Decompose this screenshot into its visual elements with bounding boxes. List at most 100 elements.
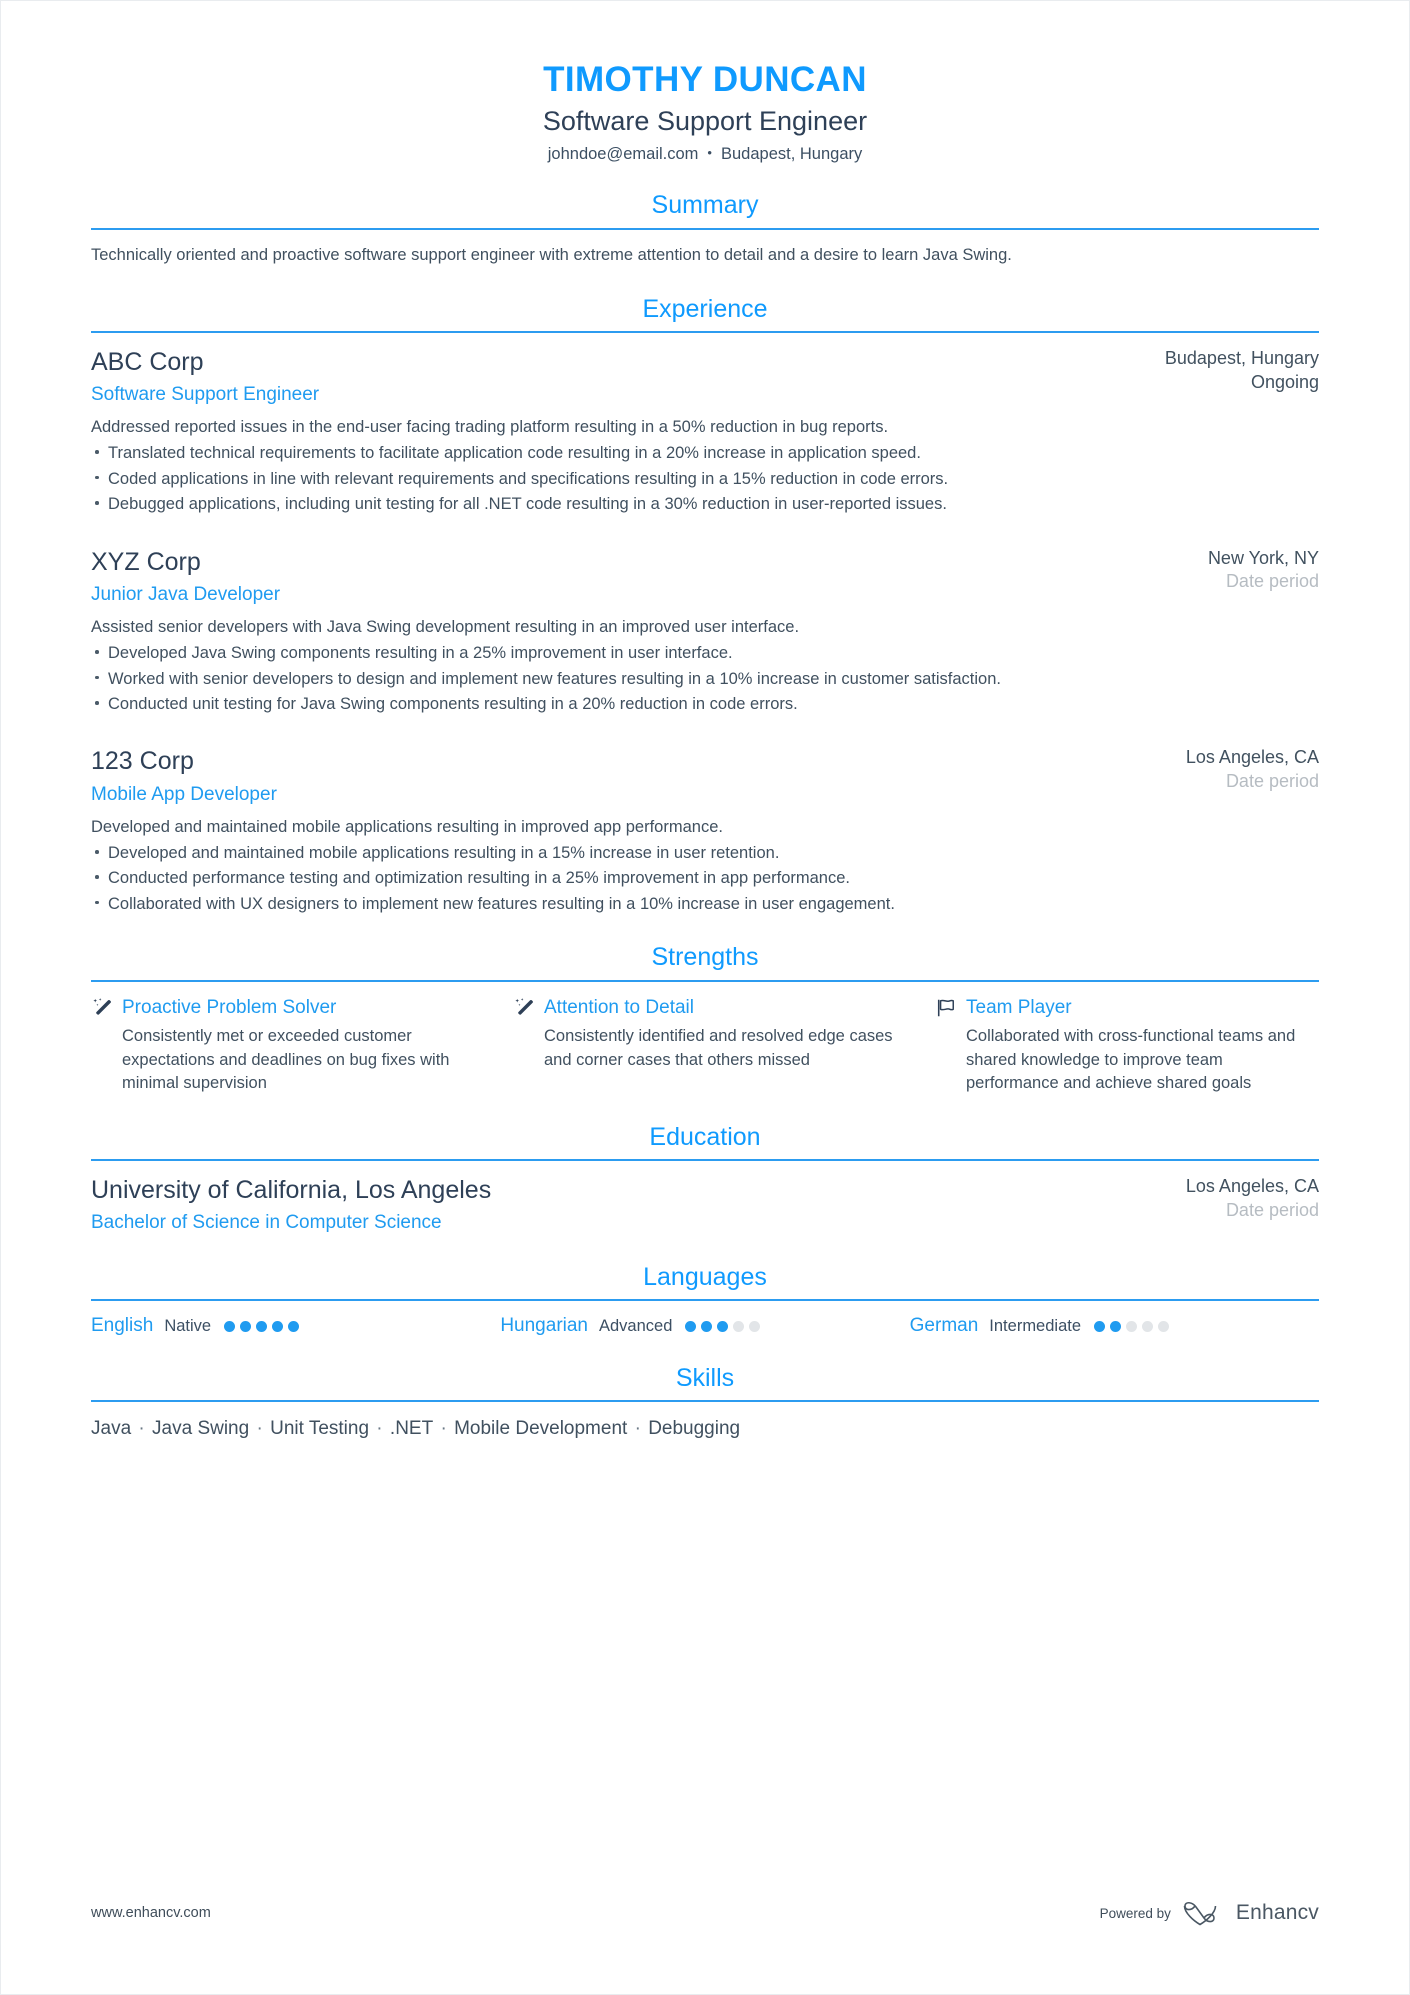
section-summary: Summary Technically oriented and proacti… (91, 190, 1319, 267)
language-rating-dot (224, 1320, 236, 1332)
entry-bullet: Collaborated with UX designers to implem… (91, 893, 1319, 916)
candidate-job-title: Software Support Engineer (542, 106, 868, 137)
education-list: University of California, Los Angeles Bac… (91, 1161, 1319, 1236)
contact-location: Budapest, Hungary (720, 145, 863, 164)
experience-list: ABC Corp Software Support Engineer Budapes… (91, 333, 1319, 916)
strength-header: Attention to Detail (513, 996, 897, 1021)
footer-powered-by-label: Powered by (1099, 1905, 1171, 1921)
entry-bullet: Developed Java Swing components resultin… (91, 642, 1319, 665)
contact-line: johndoe@email.com • Budapest, Hungary (91, 145, 1319, 164)
entry-organization: XYZ Corp (91, 547, 201, 576)
skill-item: Unit Testing (270, 1418, 370, 1440)
entry-location: Los Angeles, CA (1185, 747, 1319, 768)
language-rating-dot (240, 1320, 252, 1332)
language-rating-dot (749, 1320, 761, 1332)
entry-bullet: Conducted performance testing and optimi… (91, 867, 1319, 890)
skill-item: Mobile Development (454, 1418, 628, 1440)
entry-main: University of California, Los Angeles Bac… (91, 1175, 1144, 1236)
strength-description: Collaborated with cross-functional teams… (966, 1027, 1296, 1093)
footer-url[interactable]: www.enhancv.com (91, 1905, 211, 1921)
languages-list: English Native Hungarian Advanced German Inte… (91, 1315, 1319, 1337)
section-education: Education University of California, Los … (91, 1122, 1319, 1236)
entry-organization: University of California, Los Angeles (91, 1175, 492, 1204)
entry-meta: Los Angeles, CA Date period (1144, 1175, 1319, 1223)
entry-description: Assisted senior developers with Java Swi… (91, 617, 800, 636)
skill-item: Debugging (648, 1418, 741, 1440)
languages-body: English Native Hungarian Advanced German Inte… (91, 1301, 1319, 1337)
entry-meta: Budapest, Hungary Ongoing (1144, 347, 1319, 395)
language-name: German (909, 1315, 979, 1337)
entry-role: Junior Java Developer (91, 584, 281, 606)
skills-body: Java · Java Swing · Unit Testing · .NET … (91, 1402, 1319, 1443)
section-languages: Languages English Native Hungarian Advanced… (91, 1262, 1319, 1337)
language-rating-dot (1110, 1320, 1122, 1332)
entry-organization: ABC Corp (91, 347, 204, 376)
entry-bullet: Conducted unit testing for Java Swing co… (91, 693, 1319, 716)
magic-wand-icon (91, 997, 113, 1019)
strength-description: Consistently identified and resolved edg… (544, 1027, 893, 1069)
entry-organization: 123 Corp (91, 747, 194, 776)
language-name: Hungarian (500, 1315, 588, 1337)
entry-location: New York, NY (1207, 547, 1319, 568)
strength-item: Team Player Collaborated with cross-funct… (935, 996, 1319, 1096)
summary-body: Technically oriented and proactive softw… (91, 230, 1319, 268)
skills-text: Java · Java Swing · Unit Testing · .NET … (91, 1416, 1319, 1443)
strength-header: Team Player (935, 996, 1319, 1021)
entry-date: Date period (1225, 571, 1319, 592)
strength-title: Attention to Detail (544, 996, 694, 1018)
entry-location: Los Angeles, CA (1185, 1175, 1319, 1196)
entry-bullet: Debugged applications, including unit te… (91, 493, 1319, 516)
entry-spacer (91, 716, 1319, 738)
entry-date: Date period (1225, 1199, 1319, 1220)
strengths-list: Proactive Problem Solver Consistently met… (91, 996, 1319, 1096)
language-item: English Native (91, 1315, 500, 1337)
section-title-summary: Summary (651, 191, 759, 220)
language-item: Hungarian Advanced (500, 1315, 909, 1337)
entry-header: XYZ Corp Junior Java Developer New York, N… (91, 547, 1319, 608)
section-title-experience: Experience (642, 294, 768, 323)
entry-bullet-list: Translated technical requirements to fac… (91, 442, 1319, 516)
language-level: Advanced (599, 1316, 673, 1335)
strengths-body: Proactive Problem Solver Consistently met… (91, 982, 1319, 1096)
entry-item: University of California, Los Angeles Bac… (91, 1175, 1319, 1236)
entry-main: 123 Corp Mobile App Developer (91, 746, 1144, 807)
language-rating-dots (1094, 1320, 1170, 1332)
entry-item: XYZ Corp Junior Java Developer New York, N… (91, 547, 1319, 739)
entry-meta: New York, NY Date period (1144, 547, 1319, 595)
entry-meta: Los Angeles, CA Date period (1144, 746, 1319, 794)
enhancv-logo: Enhancv (1181, 1900, 1319, 1926)
strength-item: Attention to Detail Consistently identifi… (513, 996, 935, 1096)
section-experience: Experience ABC Corp Software Support Engi… (91, 294, 1319, 917)
entry-date: Date period (1225, 771, 1319, 792)
language-rating-dot (288, 1320, 300, 1332)
entry-role: Mobile App Developer (91, 783, 277, 805)
footer-branding: Powered by Enhancv (1100, 1900, 1319, 1926)
language-rating-dot (272, 1320, 284, 1332)
language-rating-dots (224, 1320, 300, 1332)
entry-bullet: Worked with senior developers to design … (91, 668, 1319, 691)
entry-bullet-list: Developed Java Swing components resultin… (91, 642, 1319, 716)
enhancv-mark-icon (1183, 1901, 1217, 1926)
language-rating-dot (1094, 1320, 1106, 1332)
section-strengths: Strengths Proactive Problem Solver Consis… (91, 942, 1319, 1095)
page-footer: www.enhancv.com Powered by Enhancv (91, 1900, 1319, 1926)
strength-title: Team Player (966, 996, 1072, 1018)
language-rating-dot (1142, 1320, 1154, 1332)
resume-header: TIMOTHY DUNCAN Software Support Engineer… (91, 1, 1319, 164)
entry-role: Software Support Engineer (91, 384, 320, 406)
section-title-skills: Skills (675, 1364, 735, 1393)
language-rating-dots (685, 1320, 761, 1332)
language-rating-dot (733, 1320, 745, 1332)
skill-separator: · (251, 1418, 269, 1440)
language-rating-dot (701, 1320, 713, 1332)
entry-bullet: Developed and maintained mobile applicat… (91, 842, 1319, 865)
language-rating-dot (717, 1320, 729, 1332)
entry-bullet: Translated technical requirements to fac… (91, 442, 1319, 465)
contact-email[interactable]: johndoe@email.com (548, 145, 699, 163)
language-item: German Intermediate (910, 1315, 1319, 1337)
entry-description: Addressed reported issues in the end-use… (91, 417, 889, 436)
resume-page: TIMOTHY DUNCAN Software Support Engineer… (0, 0, 1410, 1995)
entry-item: 123 Corp Mobile App Developer Los Angeles,… (91, 746, 1319, 916)
entry-location: Budapest, Hungary (1164, 347, 1319, 368)
entry-header: ABC Corp Software Support Engineer Budapes… (91, 347, 1319, 408)
